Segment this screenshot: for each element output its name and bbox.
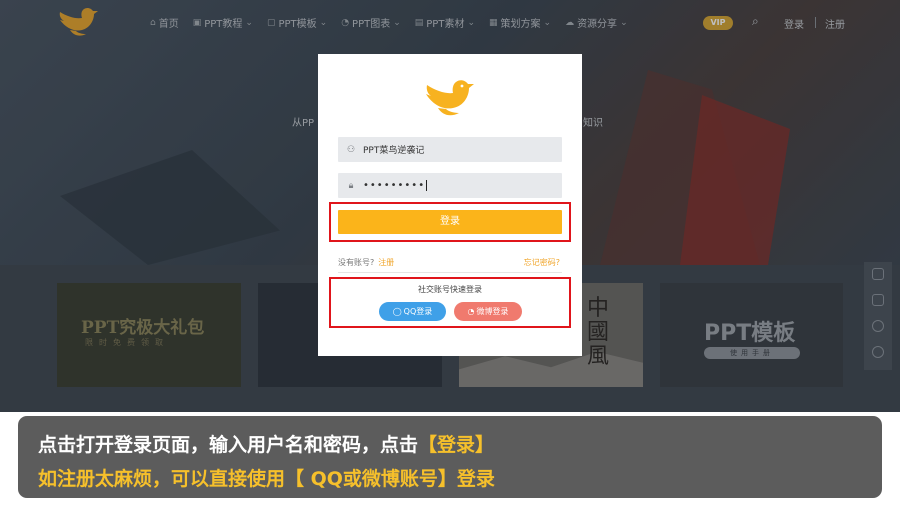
bird-logo-icon — [426, 80, 474, 116]
social-login-highlight — [329, 277, 571, 328]
caption-line-2: 如注册太麻烦，可以直接使用【 QQ或微博账号】登录 — [38, 468, 495, 490]
no-account-label: 没有账号? — [338, 258, 375, 267]
password-field[interactable]: 🔒︎ ••••••••• — [338, 173, 562, 198]
instruction-caption: 点击打开登录页面，输入用户名和密码，点击【登录】 如注册太麻烦，可以直接使用【 … — [18, 416, 882, 498]
no-account-text: 没有账号? 注册 — [338, 257, 394, 268]
username-field[interactable]: ⚇ PPT菜鸟逆袭记 — [338, 137, 562, 162]
user-icon: ⚇ — [346, 144, 356, 155]
text-caret — [426, 180, 428, 191]
password-value: ••••••••• — [363, 180, 426, 191]
caption-line-1: 点击打开登录页面，输入用户名和密码，点击【登录】 — [38, 430, 494, 457]
login-button-highlight — [329, 202, 571, 242]
forgot-password-link[interactable]: 忘记密码? — [524, 257, 560, 268]
caption-line-1-highlight: 【登录】 — [418, 434, 495, 456]
username-value: PPT菜鸟逆袭记 — [363, 146, 425, 156]
lock-icon: 🔒︎ — [348, 180, 354, 191]
divider — [338, 272, 562, 273]
register-link[interactable]: 注册 — [378, 258, 394, 267]
caption-line-1-text: 点击打开登录页面，输入用户名和密码，点击 — [38, 434, 419, 456]
